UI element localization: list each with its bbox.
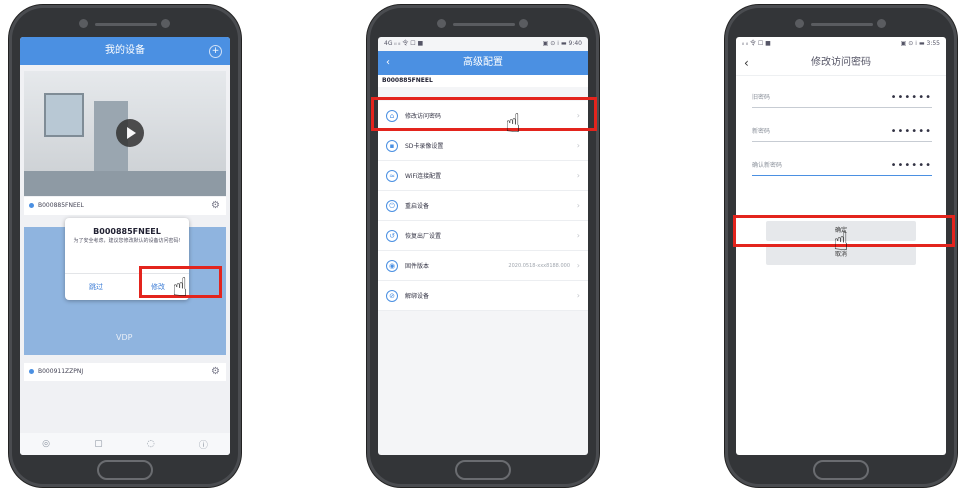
wifi-icon: ≈ [386, 169, 398, 182]
skip-button[interactable]: 跳过 [65, 274, 127, 300]
settings-list: ⌂ 修改访问密码 › ▪ SD卡录像设置 › ≈ WiFi连接配置 › ⏻ 重启设备 › ↺ 恢复… [378, 101, 588, 311]
reset-icon: ↺ [386, 229, 398, 242]
field-value: •••••• [890, 160, 932, 171]
status-dot [29, 369, 34, 374]
header-bar: ‹ 修改访问密码 [736, 51, 946, 76]
item-label: 固件版本 [405, 263, 430, 270]
message-tab-icon[interactable]: ◌ [147, 439, 155, 449]
old-password-field[interactable]: 旧密码 •••••• [752, 89, 932, 108]
home-button[interactable] [813, 460, 869, 480]
pointer-hand-icon: ☝ [172, 273, 188, 303]
device-row-2[interactable]: B000911ZZPNJ ⚙ [24, 363, 226, 381]
vdp-label: VDP [116, 333, 133, 342]
bottom-nav: ◎ ▢ ◌ ⓘ [20, 433, 230, 455]
pointer-hand-icon: ☝ [833, 227, 849, 257]
camera-preview[interactable] [24, 71, 226, 196]
device-row-1[interactable]: B000885FNEEL ⚙ [24, 197, 226, 215]
status-right: ▣ ⊙ ⁞ ▬ 3:55 [900, 40, 940, 47]
camera-dot [437, 19, 446, 28]
home-button[interactable] [455, 460, 511, 480]
add-icon[interactable]: + [209, 45, 222, 58]
field-label: 旧密码 [752, 94, 771, 101]
list-item-firmware[interactable]: ◉ 固件版本 2020.0518-xxx8188.000 › [378, 251, 588, 281]
dialog-title: B000885FNEEL [93, 227, 161, 236]
speaker-grille [811, 23, 873, 26]
phone-frame-3: ᵢₗ ᵢₗ 令 ☐ ■ ▣ ⊙ ⁞ ▬ 3:55 ‹ 修改访问密码 旧密码 ••••… [725, 5, 957, 487]
camera-dot [79, 19, 88, 28]
new-password-field[interactable]: 新密码 •••••• [752, 123, 932, 142]
pointer-hand-icon: ☝ [505, 109, 521, 139]
firmware-icon: ◉ [386, 259, 398, 272]
back-icon[interactable]: ‹ [386, 51, 390, 75]
gear-icon[interactable]: ⚙ [211, 363, 220, 381]
chevron-right-icon: › [576, 231, 580, 240]
sensor-dot [519, 19, 528, 28]
page-title: 高级配置 [463, 57, 503, 68]
status-dot [29, 203, 34, 208]
chevron-right-icon: › [576, 141, 580, 150]
confirm-password-field[interactable]: 确认新密码 •••••• [752, 157, 932, 176]
header-bar: 我的设备 + [20, 37, 230, 65]
gallery-tab-icon[interactable]: ▢ [94, 439, 103, 449]
phone-frame-2: 4G ᵢₗ ᵢₗ 令 ☐ ■ ▣ ⊙ ⁞ ▬ 9:40 ‹ 高级配置 B00088… [367, 5, 599, 487]
field-label: 新密码 [752, 128, 771, 135]
phone-1-screen: 我的设备 + B000885FNEEL ⚙ VDP B000885FNEEL 为… [20, 37, 230, 455]
chevron-right-icon: › [576, 171, 580, 180]
gear-icon[interactable]: ⚙ [211, 197, 220, 215]
status-right: ▣ ⊙ ⁞ ▬ 9:40 [542, 40, 582, 47]
list-item-factory-reset[interactable]: ↺ 恢复出厂设置 › [378, 221, 588, 251]
field-label: 确认新密码 [752, 162, 783, 169]
list-item-wifi[interactable]: ≈ WiFi连接配置 › [378, 161, 588, 191]
chevron-right-icon: › [576, 261, 580, 270]
power-icon: ⏻ [386, 199, 398, 212]
phone-frame-1: 我的设备 + B000885FNEEL ⚙ VDP B000885FNEEL 为… [9, 5, 241, 487]
sensor-dot [161, 19, 170, 28]
highlight-box [371, 97, 597, 131]
info-tab-icon[interactable]: ⓘ [199, 438, 208, 451]
firmware-version: 2020.0518-xxx8188.000 [508, 262, 570, 269]
speaker-grille [95, 23, 157, 26]
item-label: 恢复出厂设置 [405, 233, 442, 240]
item-label: WiFi连接配置 [405, 173, 442, 180]
chevron-right-icon: › [576, 291, 580, 300]
back-icon[interactable]: ‹ [744, 51, 749, 75]
status-bar: 4G ᵢₗ ᵢₗ 令 ☐ ■ ▣ ⊙ ⁞ ▬ 9:40 [378, 37, 588, 51]
play-icon[interactable] [116, 119, 144, 147]
home-tab-icon[interactable]: ◎ [42, 439, 50, 449]
sd-card-icon: ▪ [386, 139, 398, 152]
dialog-message: 为了安全考虑，建议您修改默认的设备访问密码! [73, 238, 181, 244]
status-left: 4G ᵢₗ ᵢₗ 令 ☐ ■ [384, 40, 424, 47]
speaker-grille [453, 23, 515, 26]
field-value: •••••• [890, 126, 932, 137]
list-item-unbind[interactable]: ⊘ 解绑设备 › [378, 281, 588, 311]
header-bar: ‹ 高级配置 [378, 51, 588, 75]
home-button[interactable] [97, 460, 153, 480]
device-id: B000885FNEEL [38, 202, 84, 209]
item-label: 解绑设备 [405, 293, 430, 300]
page-title: 我的设备 [105, 45, 145, 56]
device-id: B000885FNEEL [378, 75, 588, 87]
chevron-right-icon: › [576, 201, 580, 210]
item-label: 重启设备 [405, 203, 430, 210]
field-value: •••••• [890, 92, 932, 103]
status-left: ᵢₗ ᵢₗ 令 ☐ ■ [742, 40, 771, 47]
camera-dot [795, 19, 804, 28]
list-item-sd-card[interactable]: ▪ SD卡录像设置 › [378, 131, 588, 161]
sensor-dot [877, 19, 886, 28]
page-title: 修改访问密码 [811, 57, 871, 68]
unbind-icon: ⊘ [386, 289, 398, 302]
item-label: SD卡录像设置 [405, 143, 444, 150]
status-bar: ᵢₗ ᵢₗ 令 ☐ ■ ▣ ⊙ ⁞ ▬ 3:55 [736, 37, 946, 51]
list-item-restart[interactable]: ⏻ 重启设备 › [378, 191, 588, 221]
device-id: B000911ZZPNJ [38, 368, 84, 375]
